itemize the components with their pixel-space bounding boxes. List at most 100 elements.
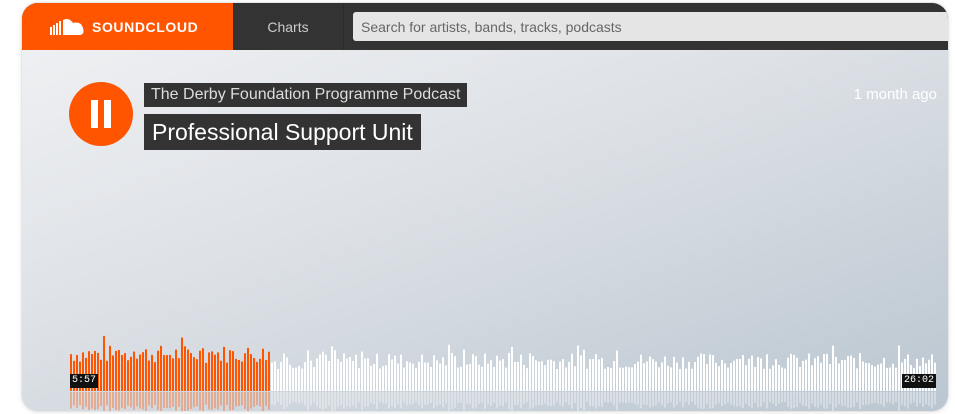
waveform-reflection-bar [97, 392, 99, 410]
waveform-bar [847, 356, 849, 391]
waveform-reflection-bar [118, 392, 120, 411]
waveform-bar [658, 367, 660, 391]
waveform-bar [436, 360, 438, 391]
waveform-reflection-bar [823, 392, 825, 409]
waveform-reflection-bar [346, 392, 348, 407]
waveform-bar [547, 359, 549, 391]
search-input[interactable] [353, 12, 948, 41]
waveform-reflection-bar [322, 392, 324, 410]
waveform-bar [142, 352, 144, 391]
waveform-reflection-bar [139, 392, 141, 409]
waveform-reflection-bar [598, 392, 600, 407]
waveform-bar [433, 355, 435, 391]
waveform-reflection-bar [808, 392, 810, 409]
waveform-reflection-bar [772, 392, 774, 404]
waveform-reflection-bar [391, 392, 393, 407]
waveform-bar [589, 359, 591, 391]
waveform-bar [484, 353, 486, 391]
waveform-bar [784, 368, 786, 391]
waveform-reflection-bar [397, 392, 399, 405]
waveform-reflection-bar [394, 392, 396, 408]
waveform-bar [703, 354, 705, 391]
waveform-bar [346, 358, 348, 391]
waveform-reflection-bar [640, 392, 642, 409]
waveform-reflection-bar [733, 392, 735, 406]
waveform-bar [385, 365, 387, 391]
waveform-bar [163, 355, 165, 391]
pause-button[interactable] [69, 82, 133, 146]
waveform-reflection-bar [901, 392, 903, 405]
waveform-reflection-bar [166, 392, 168, 409]
waveform-bar [508, 352, 510, 391]
waveform-reflection-bar [358, 392, 360, 403]
current-time: 5:57 [70, 374, 99, 388]
waveform-reflection-bar [703, 392, 705, 409]
waveform-reflection-bar [190, 392, 192, 410]
waveform-reflection-bar [259, 392, 261, 407]
waveform-bar [499, 360, 501, 391]
waveform-bar [655, 361, 657, 391]
waveform-reflection-bar [100, 392, 102, 407]
waveform-bar [325, 354, 327, 391]
waveform-bar [814, 358, 816, 391]
waveform-reflection-bar [340, 392, 342, 406]
waveform-bar [694, 362, 696, 391]
waveform-bar [685, 368, 687, 391]
waveform-bar [166, 355, 168, 391]
waveform-reflection-bar [127, 392, 129, 406]
waveform-bar [559, 361, 561, 391]
waveform-bar [757, 357, 759, 391]
waveform-reflection-bar [334, 392, 336, 411]
waveform-bar [523, 365, 525, 391]
waveform-bar [790, 353, 792, 391]
waveform-bar [604, 368, 606, 391]
waveform-reflection-bar [505, 392, 507, 403]
waveform-reflection-bar [535, 392, 537, 406]
waveform-reflection-bar [109, 392, 111, 411]
waveform-reflection-bar [601, 392, 603, 407]
waveform-reflection-bar [613, 392, 615, 406]
waveform-reflection-bar [766, 392, 768, 409]
waveform-bar [136, 358, 138, 391]
waveform-reflection-bar [313, 392, 315, 403]
track-title-link[interactable]: Professional Support Unit [144, 114, 421, 150]
waveform-bar [556, 368, 558, 391]
soundcloud-logo[interactable]: SOUNDCLOUD [22, 3, 233, 50]
waveform-reflection-bar [448, 392, 450, 411]
waveform-bar [442, 357, 444, 391]
waveform-bar [454, 356, 456, 391]
waveform-reflection-bar [70, 392, 72, 409]
waveform-reflection-bar [400, 392, 402, 409]
waveform-bar [799, 366, 801, 391]
waveform-reflection-bar [310, 392, 312, 406]
waveform-bar [706, 364, 708, 391]
waveform-reflection-bar [628, 392, 630, 403]
waveform-bar [151, 354, 153, 391]
waveform-bar [820, 362, 822, 391]
waveform-seekbar[interactable] [70, 321, 937, 411]
waveform-bar [898, 345, 900, 391]
waveform-bar [895, 367, 897, 391]
waveform-bar [334, 350, 336, 391]
waveform-reflection-bar [385, 392, 387, 404]
waveform-reflection-bar [496, 392, 498, 408]
waveform-bar [127, 360, 129, 391]
podcast-name-link[interactable]: The Derby Foundation Programme Podcast [144, 83, 468, 107]
waveform-reflection-bar [466, 392, 468, 404]
waveform-reflection-bar [880, 392, 882, 405]
waveform-reflection-bar [742, 392, 744, 409]
waveform-bar [835, 356, 837, 391]
waveform-bar [430, 366, 432, 391]
waveform-reflection-bar [193, 392, 195, 408]
waveform-reflection-bar [592, 392, 594, 407]
waveform-bar [769, 368, 771, 391]
waveform-bar [313, 367, 315, 391]
waveform-bar [613, 361, 615, 391]
nav-charts-link[interactable]: Charts [233, 3, 344, 50]
waveform-bar [415, 368, 417, 391]
waveform-reflection-bar [829, 392, 831, 405]
waveform-reflection-bar [163, 392, 165, 409]
waveform-bar [259, 358, 261, 391]
waveform-reflection-bar [562, 392, 564, 407]
waveform-reflection-bar [241, 392, 243, 406]
